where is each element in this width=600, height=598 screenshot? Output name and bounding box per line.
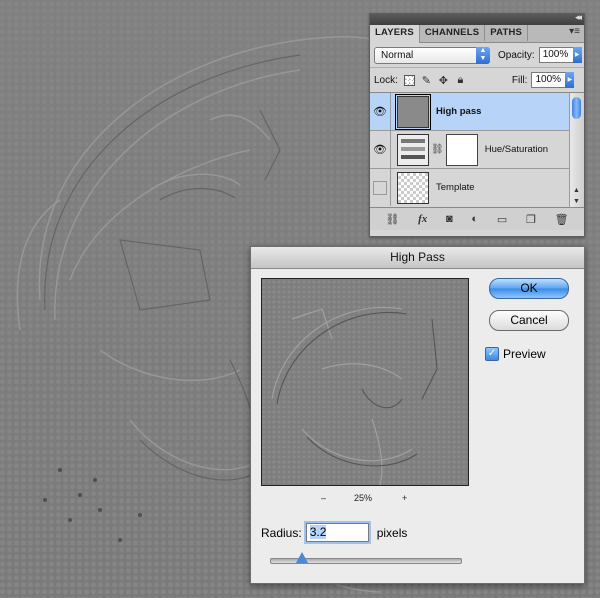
layer-thumbnail [395,93,431,130]
panel-tabs: LAYERS CHANNELS PATHS ▾≡ [370,25,584,43]
ok-button[interactable]: OK [489,278,569,299]
mask-icon[interactable]: ◙ [446,213,453,225]
filter-preview[interactable] [261,278,469,486]
fill-value: 100% [535,74,562,85]
blend-mode-value: Normal [381,49,414,61]
cancel-button[interactable]: Cancel [489,310,569,331]
eye-icon[interactable]: 👁︎ [370,93,391,130]
new-layer-icon[interactable]: ❐ [526,213,536,226]
fill-label: Fill: [511,74,528,86]
collapse-icon[interactable]: ◂◂ [575,12,582,23]
layer-mask-thumbnail [445,133,478,166]
layer-list: 👁︎ High pass 👁︎ ⛓︎ Hue/Saturation Templa… [370,93,584,207]
layer-name: Template [436,182,475,193]
adjustment-thumbnail [397,133,429,166]
adjustment-icon[interactable]: ◐ [471,213,478,225]
lock-position-icon[interactable]: ✥ [438,75,449,87]
lock-row: Lock: ✎ ✥ 🔒︎ Fill: 100% ▶ [370,68,584,93]
layer-thumbnail [397,171,429,204]
scroll-down-icon[interactable]: ▼ [573,198,580,205]
radius-input[interactable]: 3.2 [305,523,369,542]
layers-bottom-bar: ⛓︎ fx ◙ ◐ ▭ ❐ 🗑︎ [370,207,584,230]
tab-paths[interactable]: PATHS [485,25,529,41]
lock-paint-icon[interactable]: ✎ [421,75,432,87]
eye-icon[interactable]: 👁︎ [370,131,391,168]
scroll-thumb[interactable] [572,97,581,119]
lock-all-icon[interactable]: 🔒︎ [455,74,466,86]
tab-channels[interactable]: CHANNELS [420,25,486,41]
panel-titlebar[interactable]: ◂◂ [370,12,584,25]
opacity-dropdown-icon[interactable]: ▶ [572,47,582,63]
scroll-up-icon[interactable]: ▲ [573,187,580,194]
preview-checkbox-row[interactable]: ✓ Preview [485,347,546,361]
link-icon[interactable]: ⛓︎ [385,213,399,226]
radius-slider[interactable] [270,552,462,564]
panel-menu-icon[interactable]: ▾≡ [569,26,580,37]
radius-value: 3.2 [309,525,327,539]
fill-dropdown-icon[interactable]: ▶ [565,72,575,88]
preview-checkbox[interactable]: ✓ [485,347,499,361]
high-pass-dialog: High Pass – 25% + OK Cancel ✓ Preview Ra… [250,246,585,584]
fill-field[interactable]: 100% ▶ [531,72,575,88]
trash-icon[interactable]: 🗑︎ [555,213,569,226]
blend-mode-select[interactable]: Normal ▲ ▼ [374,46,490,64]
zoom-in-button[interactable]: + [402,493,407,503]
layers-panel: ◂◂ LAYERS CHANNELS PATHS ▾≡ Normal ▲ ▼ Op… [369,12,585,237]
layer-hue-saturation[interactable]: 👁︎ ⛓︎ Hue/Saturation [370,131,584,169]
opacity-value: 100% [542,49,569,60]
layer-high-pass[interactable]: 👁︎ High pass [370,93,584,131]
opacity-label: Opacity: [498,49,535,61]
tab-layers[interactable]: LAYERS [370,25,420,43]
preview-label: Preview [503,347,546,361]
blend-row: Normal ▲ ▼ Opacity: 100% ▶ [370,43,584,68]
zoom-out-button[interactable]: – [321,493,326,503]
select-arrows-icon: ▲ ▼ [476,46,490,64]
opacity-field[interactable]: 100% ▶ [538,47,582,63]
chain-icon[interactable]: ⛓︎ [431,144,444,155]
visibility-toggle[interactable] [370,169,391,206]
radius-label: Radius: [261,525,302,540]
layer-name: Hue/Saturation [484,144,549,155]
slider-knob[interactable] [296,552,308,563]
radius-row: Radius: 3.2 pixels [261,523,407,542]
layer-name: High pass [436,106,482,117]
radius-unit: pixels [376,525,408,540]
fx-icon[interactable]: fx [418,213,427,225]
layer-template[interactable]: Template [370,169,584,206]
lock-label: Lock: [374,74,398,86]
zoom-level: 25% [354,493,373,503]
group-icon[interactable]: ▭ [497,213,507,226]
layers-scrollbar[interactable]: ▲ ▼ [569,93,584,207]
dialog-title[interactable]: High Pass [251,247,584,269]
lock-transparency-icon[interactable] [403,74,415,86]
